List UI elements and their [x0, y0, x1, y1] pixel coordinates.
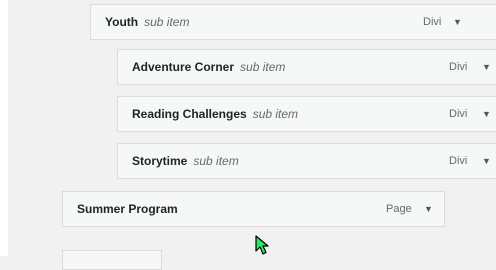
expand-arrow-icon[interactable]: ▼ — [482, 156, 491, 166]
menu-item-subtitle: sub item — [193, 154, 239, 168]
menu-item-type: Divi — [449, 108, 468, 120]
menu-item-summer-program[interactable]: Summer Program Page ▼ — [62, 191, 445, 227]
menu-item-title: Adventure Corner — [132, 60, 235, 74]
menu-item-subtitle: sub item — [252, 107, 299, 121]
expand-arrow-icon[interactable]: ▼ — [424, 204, 433, 214]
menu-item-type: Divi — [449, 155, 468, 167]
menu-item-title: Youth — [105, 15, 139, 29]
menu-item-title: Storytime — [132, 154, 188, 168]
partial-button[interactable] — [62, 250, 162, 270]
menu-item-subtitle: sub item — [144, 15, 190, 29]
menu-item-subtitle: sub item — [240, 60, 286, 74]
menu-item-type: Divi — [423, 16, 442, 28]
menu-item-type: Divi — [449, 61, 468, 73]
expand-arrow-icon[interactable]: ▼ — [482, 109, 491, 119]
menu-item-storytime[interactable]: Storytime sub item Divi ▼ — [117, 143, 496, 179]
page-edge — [0, 0, 8, 256]
expand-arrow-icon[interactable]: ▼ — [453, 17, 462, 27]
menu-item-youth[interactable]: Youth sub item Divi ▼ — [90, 4, 496, 40]
mouse-pointer-icon — [255, 235, 269, 255]
menu-item-adventure-corner[interactable]: Adventure Corner sub item Divi ▼ — [117, 49, 496, 85]
menu-item-title: Summer Program — [77, 202, 178, 216]
menu-item-type: Page — [386, 203, 412, 215]
menu-item-reading-challenges[interactable]: Reading Challenges sub item Divi ▼ — [117, 96, 496, 132]
expand-arrow-icon[interactable]: ▼ — [482, 62, 491, 72]
menu-item-title: Reading Challenges — [132, 107, 247, 121]
